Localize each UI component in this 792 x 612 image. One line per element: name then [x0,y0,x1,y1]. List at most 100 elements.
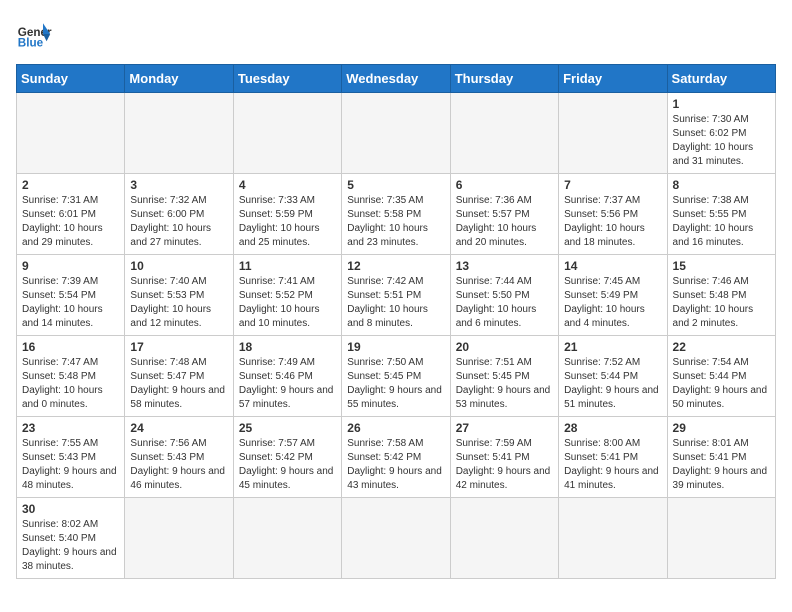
calendar-cell [342,498,450,579]
day-info: Sunrise: 7:56 AM Sunset: 5:43 PM Dayligh… [130,437,227,493]
day-info: Sunrise: 8:01 AM Sunset: 5:41 PM Dayligh… [673,437,770,493]
logo-icon: General Blue [16,16,52,52]
day-number: 25 [239,421,336,435]
calendar-cell: 12 Sunrise: 7:42 AM Sunset: 5:51 PM Dayli… [342,255,450,336]
calendar-cell: 14 Sunrise: 7:45 AM Sunset: 5:49 PM Dayli… [559,255,667,336]
calendar-cell [233,498,341,579]
week-row-6: 30Sunrise: 8:02 AM Sunset: 5:40 PM Dayli… [17,498,776,579]
calendar-cell: 11 Sunrise: 7:41 AM Sunset: 5:52 PM Dayli… [233,255,341,336]
day-number: 20 [456,340,553,354]
calendar-cell: 28 Sunrise: 8:00 AM Sunset: 5:41 PM Dayli… [559,417,667,498]
day-info: Sunrise: 7:33 AM Sunset: 5:59 PM Dayligh… [239,194,336,250]
day-info: Sunrise: 7:35 AM Sunset: 5:58 PM Dayligh… [347,194,444,250]
week-row-3: 9Sunrise: 7:39 AM Sunset: 5:54 PM Daylig… [17,255,776,336]
day-info: Sunrise: 7:32 AM Sunset: 6:00 PM Dayligh… [130,194,227,250]
calendar-cell: 22Sunrise: 7:54 AM Sunset: 5:44 PM Dayli… [667,336,775,417]
week-row-2: 2Sunrise: 7:31 AM Sunset: 6:01 PM Daylig… [17,174,776,255]
calendar-cell: 4 Sunrise: 7:33 AM Sunset: 5:59 PM Daylig… [233,174,341,255]
day-number: 16 [22,340,119,354]
day-number: 6 [456,178,553,192]
day-info: Sunrise: 7:30 AM Sunset: 6:02 PM Dayligh… [673,113,770,169]
day-info: Sunrise: 7:47 AM Sunset: 5:48 PM Dayligh… [22,356,119,412]
calendar-cell: 23Sunrise: 7:55 AM Sunset: 5:43 PM Dayli… [17,417,125,498]
weekday-header-tuesday: Tuesday [233,65,341,93]
day-info: Sunrise: 7:51 AM Sunset: 5:45 PM Dayligh… [456,356,553,412]
calendar-cell: 21 Sunrise: 7:52 AM Sunset: 5:44 PM Dayli… [559,336,667,417]
calendar-cell: 3 Sunrise: 7:32 AM Sunset: 6:00 PM Daylig… [125,174,233,255]
calendar-cell: 19Sunrise: 7:50 AM Sunset: 5:45 PM Dayli… [342,336,450,417]
day-info: Sunrise: 7:45 AM Sunset: 5:49 PM Dayligh… [564,275,661,331]
calendar-cell: 9Sunrise: 7:39 AM Sunset: 5:54 PM Daylig… [17,255,125,336]
day-number: 19 [347,340,444,354]
day-info: Sunrise: 7:52 AM Sunset: 5:44 PM Dayligh… [564,356,661,412]
calendar-cell: 13 Sunrise: 7:44 AM Sunset: 5:50 PM Dayli… [450,255,558,336]
weekday-header-thursday: Thursday [450,65,558,93]
day-info: Sunrise: 7:42 AM Sunset: 5:51 PM Dayligh… [347,275,444,331]
day-number: 8 [673,178,770,192]
calendar-cell: 25 Sunrise: 7:57 AM Sunset: 5:42 PM Dayli… [233,417,341,498]
calendar-cell [125,93,233,174]
calendar-cell [450,498,558,579]
weekday-header-saturday: Saturday [667,65,775,93]
day-info: Sunrise: 7:57 AM Sunset: 5:42 PM Dayligh… [239,437,336,493]
calendar-cell: 15 Sunrise: 7:46 AM Sunset: 5:48 PM Dayli… [667,255,775,336]
calendar-cell [342,93,450,174]
day-number: 27 [456,421,553,435]
day-number: 21 [564,340,661,354]
day-info: Sunrise: 7:31 AM Sunset: 6:01 PM Dayligh… [22,194,119,250]
calendar-cell: 29 Sunrise: 8:01 AM Sunset: 5:41 PM Dayli… [667,417,775,498]
calendar-cell [667,498,775,579]
svg-text:Blue: Blue [18,37,44,50]
day-number: 7 [564,178,661,192]
calendar-table: SundayMondayTuesdayWednesdayThursdayFrid… [16,64,776,579]
calendar-cell [233,93,341,174]
calendar-cell: 2Sunrise: 7:31 AM Sunset: 6:01 PM Daylig… [17,174,125,255]
calendar-cell: 24 Sunrise: 7:56 AM Sunset: 5:43 PM Dayli… [125,417,233,498]
calendar-cell: 5 Sunrise: 7:35 AM Sunset: 5:58 PM Daylig… [342,174,450,255]
day-number: 4 [239,178,336,192]
day-info: Sunrise: 7:48 AM Sunset: 5:47 PM Dayligh… [130,356,227,412]
day-info: Sunrise: 7:37 AM Sunset: 5:56 PM Dayligh… [564,194,661,250]
day-info: Sunrise: 7:59 AM Sunset: 5:41 PM Dayligh… [456,437,553,493]
day-info: Sunrise: 7:36 AM Sunset: 5:57 PM Dayligh… [456,194,553,250]
day-number: 22 [673,340,770,354]
calendar-cell: 1 Sunrise: 7:30 AM Sunset: 6:02 PM Daylig… [667,93,775,174]
day-number: 29 [673,421,770,435]
day-info: Sunrise: 7:39 AM Sunset: 5:54 PM Dayligh… [22,275,119,331]
day-number: 11 [239,259,336,273]
calendar-cell [559,498,667,579]
day-info: Sunrise: 7:41 AM Sunset: 5:52 PM Dayligh… [239,275,336,331]
calendar-cell: 16 Sunrise: 7:47 AM Sunset: 5:48 PM Dayli… [17,336,125,417]
day-info: Sunrise: 7:49 AM Sunset: 5:46 PM Dayligh… [239,356,336,412]
calendar-cell [450,93,558,174]
day-info: Sunrise: 7:46 AM Sunset: 5:48 PM Dayligh… [673,275,770,331]
day-number: 18 [239,340,336,354]
day-info: Sunrise: 7:55 AM Sunset: 5:43 PM Dayligh… [22,437,119,493]
day-number: 24 [130,421,227,435]
day-info: Sunrise: 7:38 AM Sunset: 5:55 PM Dayligh… [673,194,770,250]
day-number: 12 [347,259,444,273]
page-header: General Blue [16,16,776,52]
day-number: 1 [673,97,770,111]
day-number: 28 [564,421,661,435]
day-number: 14 [564,259,661,273]
day-number: 17 [130,340,227,354]
day-number: 15 [673,259,770,273]
day-number: 13 [456,259,553,273]
calendar-cell [17,93,125,174]
day-number: 5 [347,178,444,192]
day-info: Sunrise: 8:00 AM Sunset: 5:41 PM Dayligh… [564,437,661,493]
week-row-1: 1 Sunrise: 7:30 AM Sunset: 6:02 PM Daylig… [17,93,776,174]
weekday-header-monday: Monday [125,65,233,93]
calendar-cell: 7 Sunrise: 7:37 AM Sunset: 5:56 PM Daylig… [559,174,667,255]
calendar-cell: 30Sunrise: 8:02 AM Sunset: 5:40 PM Dayli… [17,498,125,579]
day-number: 30 [22,502,119,516]
calendar-cell: 26Sunrise: 7:58 AM Sunset: 5:42 PM Dayli… [342,417,450,498]
day-number: 3 [130,178,227,192]
week-row-5: 23Sunrise: 7:55 AM Sunset: 5:43 PM Dayli… [17,417,776,498]
day-info: Sunrise: 7:58 AM Sunset: 5:42 PM Dayligh… [347,437,444,493]
weekday-header-sunday: Sunday [17,65,125,93]
day-number: 10 [130,259,227,273]
weekday-header-row: SundayMondayTuesdayWednesdayThursdayFrid… [17,65,776,93]
day-info: Sunrise: 7:44 AM Sunset: 5:50 PM Dayligh… [456,275,553,331]
